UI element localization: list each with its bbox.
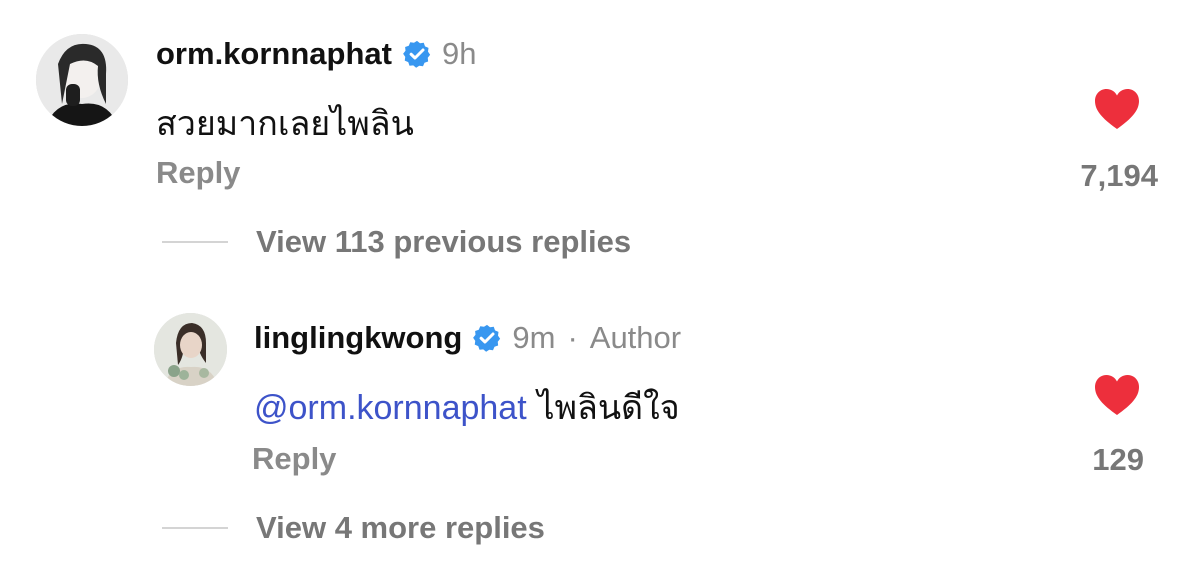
comment-text: สวยมากเลยไพลิน xyxy=(156,104,414,144)
heart-icon xyxy=(1095,89,1139,129)
avatar-image xyxy=(154,313,227,386)
username[interactable]: linglingkwong xyxy=(254,320,462,356)
view-previous-replies[interactable]: View 113 previous replies xyxy=(162,224,631,260)
separator-dot: · xyxy=(567,320,578,355)
avatar-image xyxy=(36,34,128,126)
verified-badge-icon xyxy=(472,323,502,353)
view-more-replies[interactable]: View 4 more replies xyxy=(162,510,545,546)
reply-button[interactable]: Reply xyxy=(156,155,240,191)
like-count[interactable]: 129 xyxy=(1092,442,1144,478)
verified-badge-icon xyxy=(402,39,432,69)
view-more-replies-label[interactable]: View 4 more replies xyxy=(256,510,545,546)
avatar[interactable] xyxy=(36,34,128,126)
username[interactable]: orm.kornnaphat xyxy=(156,36,392,72)
reply-button[interactable]: Reply xyxy=(252,441,336,477)
timestamp: 9h xyxy=(441,36,477,71)
view-previous-replies-label[interactable]: View 113 previous replies xyxy=(256,224,631,260)
heart-icon xyxy=(1095,375,1139,415)
like-count[interactable]: 7,194 xyxy=(1080,158,1158,194)
timestamp: 9m xyxy=(512,320,556,355)
comment-body: ไพลินดีใจ xyxy=(537,388,680,428)
avatar[interactable] xyxy=(154,313,227,386)
mention-link[interactable]: @orm.kornnaphat xyxy=(254,389,527,427)
thread-divider xyxy=(162,241,228,243)
like-button[interactable] xyxy=(1093,373,1141,417)
comments-panel: orm.kornnaphat 9h สวยมากเลยไพลิน Reply 7… xyxy=(0,0,1200,578)
like-button[interactable] xyxy=(1093,87,1141,131)
thread-divider xyxy=(162,527,228,529)
comment-text: @orm.kornnaphat ไพลินดีใจ xyxy=(254,380,680,434)
author-badge: Author xyxy=(589,320,682,355)
